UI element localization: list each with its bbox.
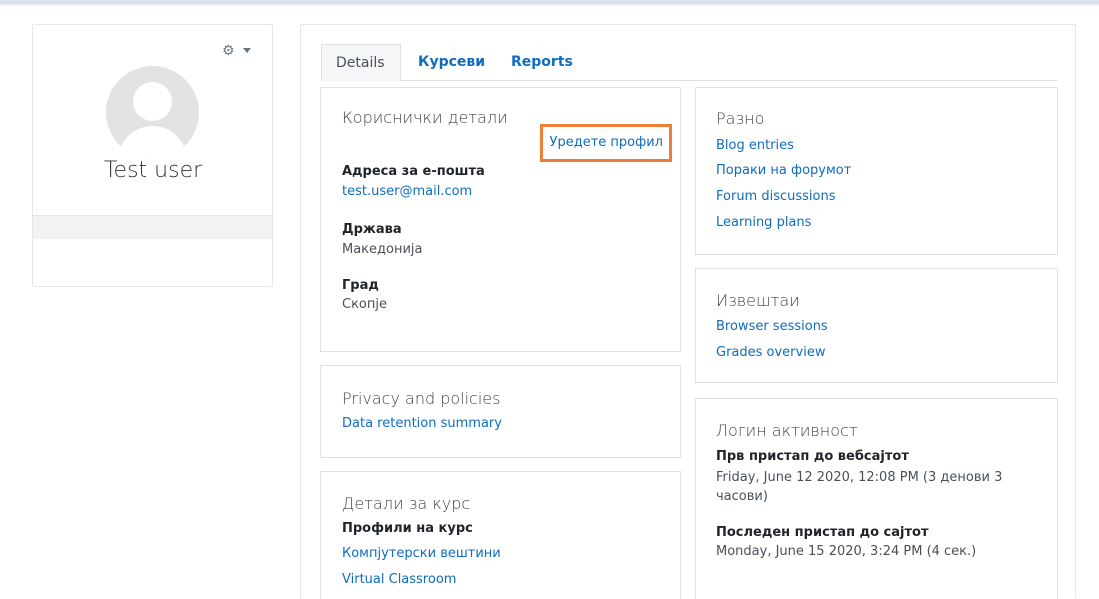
course-link[interactable]: Компјутерски вештини <box>342 546 501 561</box>
data-retention-link[interactable]: Data retention summary <box>342 416 502 431</box>
course-details-title: Детали за курс <box>342 494 471 513</box>
gear-icon[interactable]: ⚙ <box>222 43 235 59</box>
tab-reports[interactable]: Reports <box>497 44 587 81</box>
avatar-head-shape <box>133 82 172 121</box>
course-link[interactable]: Virtual Classroom <box>342 572 456 587</box>
browser-sessions-link[interactable]: Browser sessions <box>716 319 828 334</box>
country-label: Држава <box>342 222 402 237</box>
email-link[interactable]: test.user@mail.com <box>342 184 472 199</box>
forum-discussions-link[interactable]: Forum discussions <box>716 189 836 204</box>
learning-plans-link[interactable]: Learning plans <box>716 215 811 230</box>
first-access-label: Прв пристап до вебсајтот <box>716 449 909 464</box>
edit-profile-link[interactable]: Уредете профил <box>540 124 672 162</box>
login-activity-title: Логин активност <box>716 421 858 440</box>
first-access-value: Friday, June 12 2020, 12:08 PM (3 денови… <box>716 470 1003 504</box>
profile-card-strip <box>33 215 272 239</box>
forum-posts-link[interactable]: Пораки на форумот <box>716 163 851 178</box>
email-label: Адреса за е-пошта <box>342 164 485 179</box>
privacy-section <box>320 365 681 458</box>
last-access-label: Последен пристап до сајтот <box>716 525 929 540</box>
grades-overview-link[interactable]: Grades overview <box>716 345 825 360</box>
city-label: Град <box>342 278 379 293</box>
country-value: Македонија <box>342 242 423 257</box>
misc-title: Разно <box>716 109 765 128</box>
chevron-down-icon[interactable] <box>243 48 251 53</box>
user-details-title: Кориснички детали <box>342 108 508 127</box>
avatar <box>106 66 199 159</box>
tab-courses[interactable]: Курсеви <box>404 44 499 81</box>
reports-title: Извештаи <box>716 291 800 310</box>
top-border-shadow <box>0 4 1099 6</box>
city-value: Скопје <box>342 297 387 312</box>
privacy-title: Privacy and policies <box>342 389 501 408</box>
user-full-name: Test user <box>103 158 203 183</box>
last-access-value: Monday, June 15 2020, 3:24 PM (4 сек.) <box>716 544 977 559</box>
avatar-body-shape <box>118 126 187 159</box>
blog-entries-link[interactable]: Blog entries <box>716 138 794 153</box>
tab-details[interactable]: Details <box>321 44 401 81</box>
course-profiles-label: Профили на курс <box>342 521 473 536</box>
